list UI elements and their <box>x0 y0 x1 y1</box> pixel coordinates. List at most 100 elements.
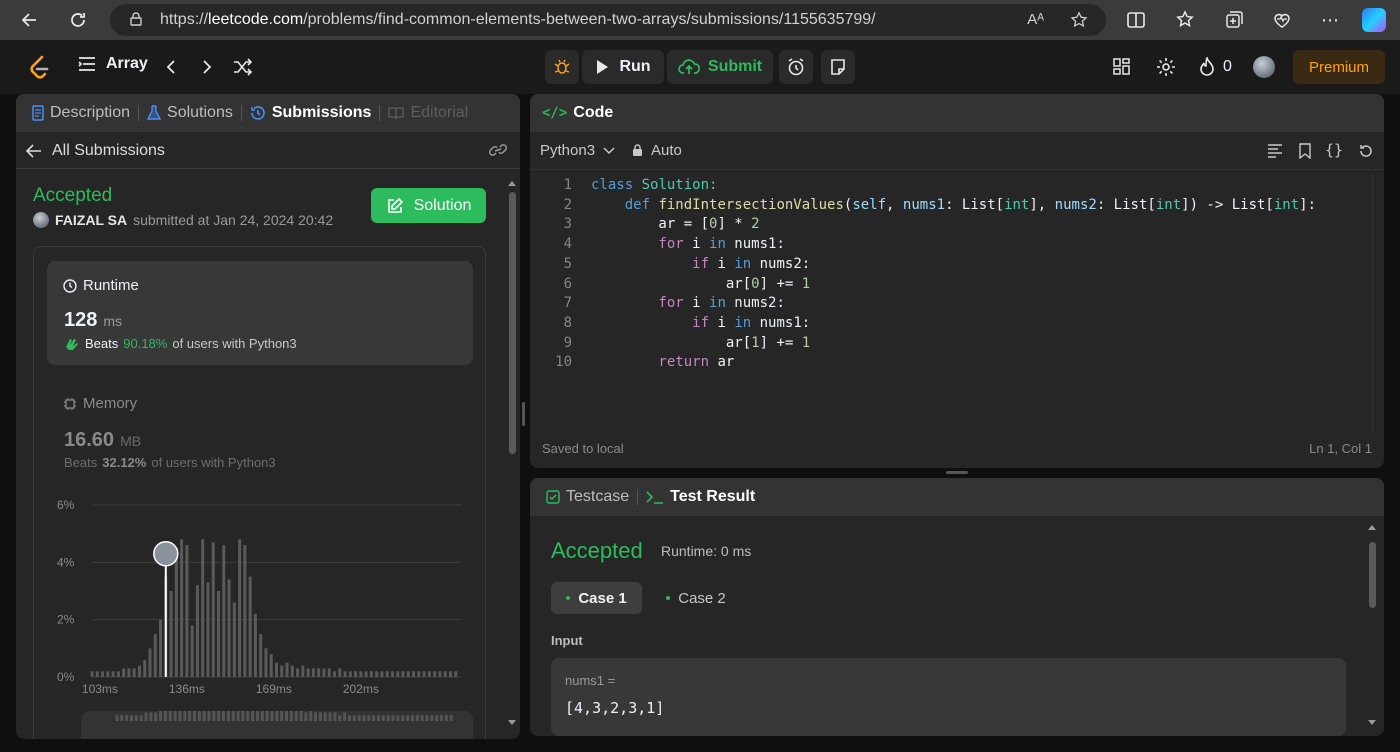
problem-list-button[interactable]: Array <box>78 55 148 73</box>
chart-bar[interactable] <box>159 619 163 677</box>
share-link-icon[interactable] <box>488 142 508 158</box>
chart-bar[interactable] <box>354 671 358 677</box>
chart-bar[interactable] <box>169 591 173 677</box>
chart-bar[interactable] <box>448 671 452 677</box>
tab-code[interactable]: </> Code <box>540 104 621 122</box>
chart-bar[interactable] <box>343 671 347 677</box>
chart-bar[interactable] <box>180 539 184 677</box>
reset-code-icon[interactable] <box>1358 143 1374 159</box>
chart-bar[interactable] <box>106 671 110 677</box>
chart-bar[interactable] <box>211 542 215 677</box>
chart-bar[interactable] <box>433 671 437 677</box>
vertical-resize-handle[interactable] <box>522 402 525 426</box>
chart-bar[interactable] <box>185 545 189 677</box>
runtime-distribution-chart[interactable]: 6% 4% 2% 0% 103ms 136ms 169ms 202ms <box>36 489 476 699</box>
tab-testcase[interactable]: Testcase <box>538 488 637 506</box>
favorite-star-icon[interactable] <box>1070 11 1088 29</box>
run-button[interactable]: Run <box>582 50 664 84</box>
chart-bar[interactable] <box>306 668 310 677</box>
chart-bar[interactable] <box>290 665 294 677</box>
language-select[interactable]: Python3 <box>540 142 615 159</box>
chart-bar[interactable] <box>364 671 368 677</box>
chart-bar[interactable] <box>259 634 263 677</box>
chart-bar[interactable] <box>174 548 178 677</box>
memory-card[interactable]: Memory 16.60 MB Beats 32.12% of users wi… <box>47 381 473 471</box>
settings-gear-icon[interactable] <box>1156 57 1176 77</box>
test-scrollbar[interactable] <box>1366 520 1378 732</box>
chart-bar[interactable] <box>338 668 342 677</box>
user-avatar[interactable] <box>1253 56 1275 78</box>
scroll-up-icon[interactable] <box>506 178 518 188</box>
chart-bar[interactable] <box>280 665 284 677</box>
tab-submissions[interactable]: Submissions <box>242 104 380 122</box>
chart-bar[interactable] <box>385 671 389 677</box>
chart-bar[interactable] <box>438 671 442 677</box>
chart-bar[interactable] <box>348 671 352 677</box>
chart-bar[interactable] <box>238 539 242 677</box>
tab-description[interactable]: Description <box>24 104 138 122</box>
chart-bar[interactable] <box>327 668 331 677</box>
chart-bar[interactable] <box>137 665 141 677</box>
chart-bar[interactable] <box>443 671 447 677</box>
chart-bar[interactable] <box>375 671 379 677</box>
split-screen-icon[interactable] <box>1122 6 1150 34</box>
chart-bar[interactable] <box>275 662 278 677</box>
prev-problem-icon[interactable] <box>164 59 178 75</box>
horizontal-resize-handle[interactable] <box>946 471 968 474</box>
shuffle-icon[interactable] <box>233 58 253 76</box>
address-bar[interactable]: https://leetcode.com/problems/find-commo… <box>110 4 1106 36</box>
chart-bar[interactable] <box>217 591 221 677</box>
left-scrollbar[interactable] <box>506 174 518 734</box>
chart-bar[interactable] <box>116 671 120 677</box>
left-scroll-thumb[interactable] <box>509 192 516 454</box>
chart-bar[interactable] <box>359 671 363 677</box>
chart-bar[interactable] <box>201 539 205 677</box>
scroll-down-icon[interactable] <box>1366 718 1378 728</box>
chart-bar[interactable] <box>143 659 147 677</box>
timer-button[interactable] <box>779 50 813 84</box>
submit-button[interactable]: Submit <box>667 50 773 84</box>
chart-bar[interactable] <box>148 648 152 677</box>
chart-bar[interactable] <box>95 671 99 677</box>
next-problem-icon[interactable] <box>200 59 214 75</box>
solution-button[interactable]: Solution <box>371 188 486 223</box>
chart-bar[interactable] <box>90 671 94 677</box>
case-1-tab[interactable]: Case 1 <box>551 582 642 614</box>
streak-counter[interactable]: 0 <box>1199 57 1232 77</box>
debug-button[interactable] <box>545 50 579 84</box>
chart-bar[interactable] <box>269 654 273 677</box>
read-aloud-icon[interactable]: Aᴬ <box>1027 11 1044 28</box>
collections-icon[interactable] <box>1220 6 1248 34</box>
test-scroll-thumb[interactable] <box>1369 542 1376 608</box>
chart-bar[interactable] <box>311 668 315 677</box>
refresh-icon[interactable] <box>64 6 92 34</box>
tab-editorial[interactable]: Editorial <box>380 104 476 122</box>
chart-bar[interactable] <box>422 671 426 677</box>
user-avatar-marker[interactable] <box>153 540 179 567</box>
chart-bar[interactable] <box>222 545 226 677</box>
chart-bar[interactable] <box>190 625 194 677</box>
favorites-icon[interactable] <box>1172 6 1200 34</box>
layout-grid-icon[interactable] <box>1113 58 1131 76</box>
chart-bar[interactable] <box>122 668 126 677</box>
leetcode-logo-icon[interactable] <box>28 55 50 81</box>
premium-button[interactable]: Premium <box>1293 50 1385 84</box>
scroll-down-icon[interactable] <box>506 718 518 728</box>
chart-bar[interactable] <box>296 668 300 677</box>
more-menu-icon[interactable]: ⋯ <box>1316 6 1344 34</box>
autocomplete-mode[interactable]: Auto <box>632 142 682 159</box>
chart-bar[interactable] <box>317 668 321 677</box>
chart-bar[interactable] <box>206 582 210 677</box>
chart-bar[interactable] <box>111 671 115 677</box>
chart-bar[interactable] <box>127 668 131 677</box>
scroll-up-icon[interactable] <box>1366 522 1378 532</box>
chart-bar[interactable] <box>301 665 305 677</box>
chart-bar[interactable] <box>380 671 384 677</box>
runtime-card[interactable]: Runtime 128 ms Beats 90.18% of users wit… <box>47 261 473 365</box>
bookmark-icon[interactable] <box>1298 143 1312 159</box>
chart-bar[interactable] <box>253 613 257 677</box>
chart-bar[interactable] <box>248 576 252 677</box>
code-editor[interactable]: 1 class Solution: 2 def findIntersectionVa… <box>530 176 1370 436</box>
case-2-tab[interactable]: Case 2 <box>656 582 736 614</box>
chart-bar[interactable] <box>369 671 373 677</box>
